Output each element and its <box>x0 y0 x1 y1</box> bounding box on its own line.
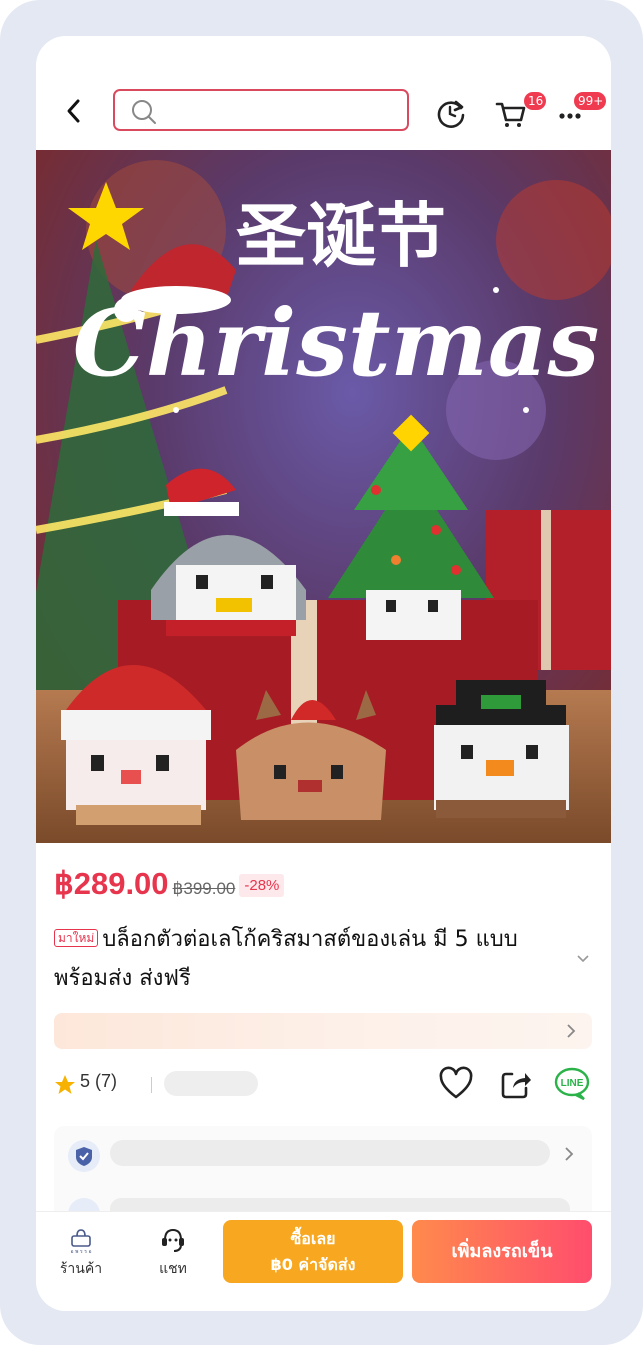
rating-row: 5 (7) LINE <box>54 1066 594 1106</box>
chat-icon <box>162 1228 184 1252</box>
sold-count-placeholder <box>164 1071 258 1096</box>
buy-now-label: ซื้อเลย <box>290 1229 336 1248</box>
divider <box>151 1077 152 1093</box>
product-title-text: บล็อกตัวต่อเลโก้คริสมาสต์ของเล่น มี 5 แบ… <box>54 927 518 991</box>
search-input[interactable] <box>113 89 409 131</box>
rating-value[interactable]: 5 (7) <box>80 1071 117 1092</box>
headline-cn: 圣诞节 <box>236 195 446 277</box>
share-icon[interactable] <box>498 1066 534 1102</box>
buy-now-button[interactable]: ซื้อเลย ฿0 ค่าจัดส่ง <box>223 1220 403 1283</box>
svg-text:LINE: LINE <box>561 1078 584 1089</box>
current-price: ฿289.00 <box>54 866 169 901</box>
back-arrow-icon[interactable] <box>62 96 86 126</box>
promo-banner[interactable] <box>54 1013 592 1049</box>
chevron-right-icon <box>567 1024 576 1038</box>
bottom-action-bar: อ พ ร ร อ ร้านค้า แชท ซื้อเลย ฿0 ค่าจัดส… <box>36 1211 611 1311</box>
discount-badge: -28% <box>239 874 285 897</box>
product-title: มาใหม่ บล็อกตัวต่อเลโก้คริสมาสต์ของเล่น ม… <box>54 920 564 998</box>
cart-count-badge: 16 <box>524 92 546 110</box>
chevron-right-icon <box>565 1147 574 1161</box>
store-label: ร้านค้า <box>59 1261 103 1277</box>
refresh-share-icon[interactable] <box>434 96 468 130</box>
line-share-icon[interactable]: LINE <box>554 1066 590 1102</box>
heart-icon[interactable] <box>438 1066 474 1102</box>
original-price: ฿399.00 <box>172 879 236 898</box>
expand-title-chevron-icon[interactable] <box>576 954 590 964</box>
star-icon <box>55 1075 75 1094</box>
top-bar: 16 99+ <box>36 36 611 150</box>
add-to-cart-button[interactable]: เพิ่มลงรถเข็น <box>412 1220 592 1283</box>
device-frame: 16 99+ 圣诞节 Christmas ฿289.00 ฿399.00 -28… <box>0 0 643 1345</box>
notification-badge: 99+ <box>574 92 606 110</box>
search-icon <box>132 100 156 124</box>
store-button[interactable]: อ พ ร ร อ ร้านค้า <box>46 1226 116 1280</box>
cart-icon[interactable] <box>494 96 528 130</box>
product-photo: 圣诞节 Christmas <box>36 150 611 843</box>
service-text-placeholder <box>110 1140 550 1166</box>
app-screen: 16 99+ 圣诞节 Christmas ฿289.00 ฿399.00 -28… <box>36 36 611 1311</box>
chat-label: แชท <box>159 1261 187 1277</box>
chat-button[interactable]: แชท <box>138 1226 208 1280</box>
store-icon: อ พ ร ร อ <box>70 1229 92 1254</box>
svg-text:อ พ ร ร อ: อ พ ร ร อ <box>70 1249 91 1254</box>
free-shipping-label: ฿0 ค่าจัดส่ง <box>270 1255 356 1274</box>
price-row: ฿289.00 ฿399.00 -28% <box>54 866 285 906</box>
new-tag: มาใหม่ <box>54 929 99 947</box>
shield-icon <box>68 1140 100 1172</box>
product-image[interactable]: 圣诞节 Christmas <box>36 150 611 843</box>
